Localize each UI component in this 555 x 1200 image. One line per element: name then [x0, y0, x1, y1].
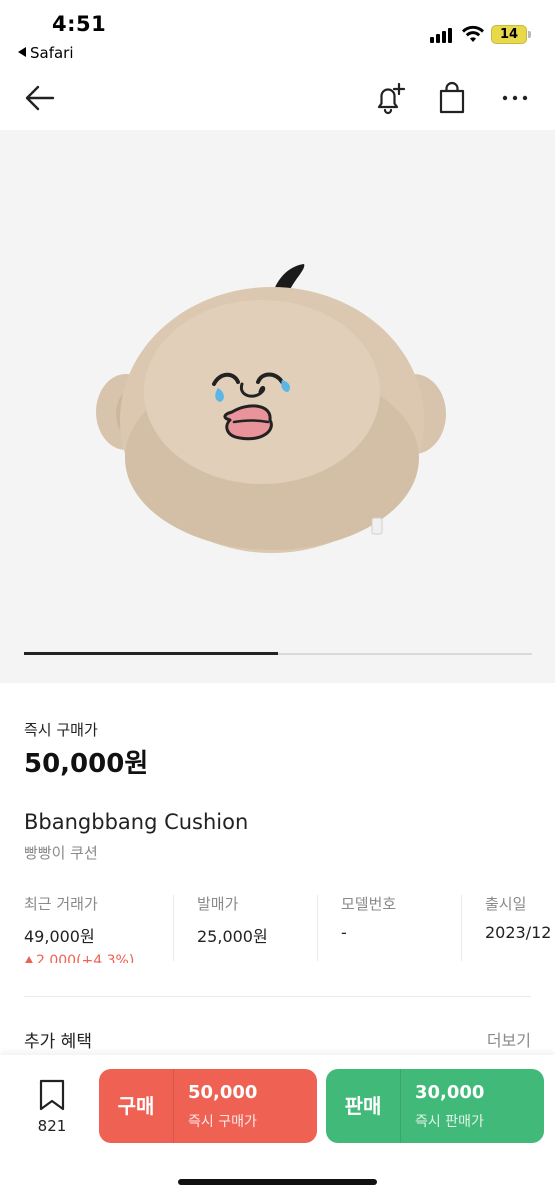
gallery-progress-track: [24, 652, 532, 655]
benefits-title: 추가 혜택: [24, 1032, 92, 1052]
buy-separator: [173, 1069, 174, 1143]
info-value: 2023/12: [485, 923, 552, 942]
info-label: 발매가: [197, 895, 239, 913]
up-triangle-icon: [24, 956, 34, 963]
buy-label: 구매: [117, 1094, 155, 1118]
bell-plus-icon[interactable]: [372, 80, 408, 116]
info-label: 출시일: [485, 895, 527, 913]
product-image-gallery[interactable]: [0, 130, 555, 683]
buy-subtitle: 즉시 구매가: [188, 1114, 257, 1130]
back-app-label: Safari: [30, 44, 74, 62]
bookmark-icon: [39, 1079, 65, 1111]
sell-button[interactable]: 판매 30,000 즉시 판매가: [326, 1069, 544, 1143]
product-info-row: 최근 거래가 49,000원 2,000(+4.3%) 발매가 25,000원 …: [24, 893, 555, 963]
battery-indicator: 14: [491, 25, 527, 44]
price-change-text: 2,000(+4.3%): [36, 953, 135, 963]
section-divider: [24, 996, 531, 997]
status-bar: 4:51 Safari 14: [0, 0, 555, 70]
battery-tip: [528, 31, 531, 38]
buy-amount: 50,000: [188, 1082, 258, 1103]
info-value: -: [341, 923, 347, 942]
price-label: 즉시 구매가: [24, 721, 98, 739]
bookmark-count: 821: [37, 1117, 67, 1135]
back-triangle-icon: [18, 47, 26, 57]
status-time: 4:51: [52, 12, 107, 36]
info-release-date: 출시일 2023/12: [485, 893, 551, 963]
info-label: 모델번호: [341, 895, 397, 913]
cushion-image: [96, 264, 446, 553]
info-divider: [317, 895, 318, 961]
more-icon[interactable]: [497, 80, 533, 116]
back-arrow-icon[interactable]: [22, 80, 58, 116]
benefits-more-link[interactable]: 더보기: [487, 1027, 531, 1051]
info-label: 최근 거래가: [24, 895, 98, 913]
price-change: 2,000(+4.3%): [24, 953, 134, 963]
bottom-action-bar: 821 구매 50,000 즉시 구매가 판매 30,000 즉시 판매가: [0, 1055, 555, 1200]
sell-subtitle: 즉시 판매가: [415, 1114, 484, 1130]
buy-button[interactable]: 구매 50,000 즉시 구매가: [99, 1069, 317, 1143]
info-recent-trade: 최근 거래가 49,000원 2,000(+4.3%): [24, 893, 134, 963]
sell-separator: [400, 1069, 401, 1143]
product-name-en: Bbangbbang Cushion: [24, 810, 249, 834]
info-release-price: 발매가 25,000원: [197, 893, 268, 963]
info-divider: [461, 895, 462, 961]
price-value: 50,000원: [24, 749, 149, 779]
sell-label: 판매: [344, 1094, 382, 1118]
home-indicator: [178, 1179, 377, 1185]
info-value: 49,000원: [24, 927, 95, 946]
info-value: 25,000원: [197, 927, 268, 946]
shopping-bag-icon[interactable]: [434, 80, 470, 116]
bookmark-button[interactable]: 821: [30, 1079, 74, 1135]
gallery-progress-fill: [24, 652, 278, 655]
back-to-safari[interactable]: Safari: [18, 44, 74, 62]
wifi-icon: [462, 25, 484, 42]
sell-amount: 30,000: [415, 1082, 485, 1103]
top-nav: [0, 70, 555, 128]
info-model-number: 모델번호 -: [341, 893, 396, 963]
info-divider: [173, 895, 174, 961]
product-name-ko: 빵빵이 쿠션: [24, 844, 98, 862]
signal-icon: [430, 27, 454, 43]
